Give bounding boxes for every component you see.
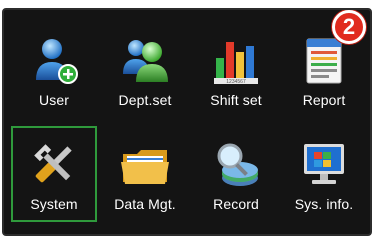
menu-item-label: Data Mgt. xyxy=(114,196,176,212)
svg-text:1234567: 1234567 xyxy=(226,79,246,85)
menu-item-sys-info[interactable]: Sys. info. xyxy=(281,126,367,222)
menu-item-dept-set[interactable]: Dept.set xyxy=(102,22,188,118)
search-record-icon xyxy=(217,143,258,186)
menu-item-system[interactable]: System xyxy=(11,126,97,222)
step-number-badge: 2 xyxy=(332,10,366,44)
menu-grid: User Dept.set 1234567 Shift set Report S… xyxy=(4,10,370,234)
menu-item-label: Record xyxy=(213,196,259,212)
menu-item-label: Shift set xyxy=(210,92,262,108)
user-add-icon xyxy=(36,39,78,84)
menu-item-label: System xyxy=(30,196,78,212)
menu-item-label: Dept.set xyxy=(118,92,172,108)
menu-item-shift-set[interactable]: 1234567 Shift set xyxy=(193,22,279,118)
menu-item-data-mgt[interactable]: Data Mgt. xyxy=(102,126,188,222)
menu-item-user[interactable]: User xyxy=(11,22,97,118)
folder-icon xyxy=(121,150,169,184)
computer-icon xyxy=(304,144,344,184)
menu-item-label: User xyxy=(39,92,69,108)
menu-screen: User Dept.set 1234567 Shift set Report S… xyxy=(2,8,372,236)
wrench-screwdriver-icon xyxy=(34,144,72,183)
menu-item-label: Sys. info. xyxy=(294,196,354,212)
shift-chart-icon: 1234567 xyxy=(214,42,258,85)
department-icon xyxy=(123,40,168,82)
menu-item-record[interactable]: Record xyxy=(193,126,279,222)
menu-item-label: Report xyxy=(302,92,346,108)
